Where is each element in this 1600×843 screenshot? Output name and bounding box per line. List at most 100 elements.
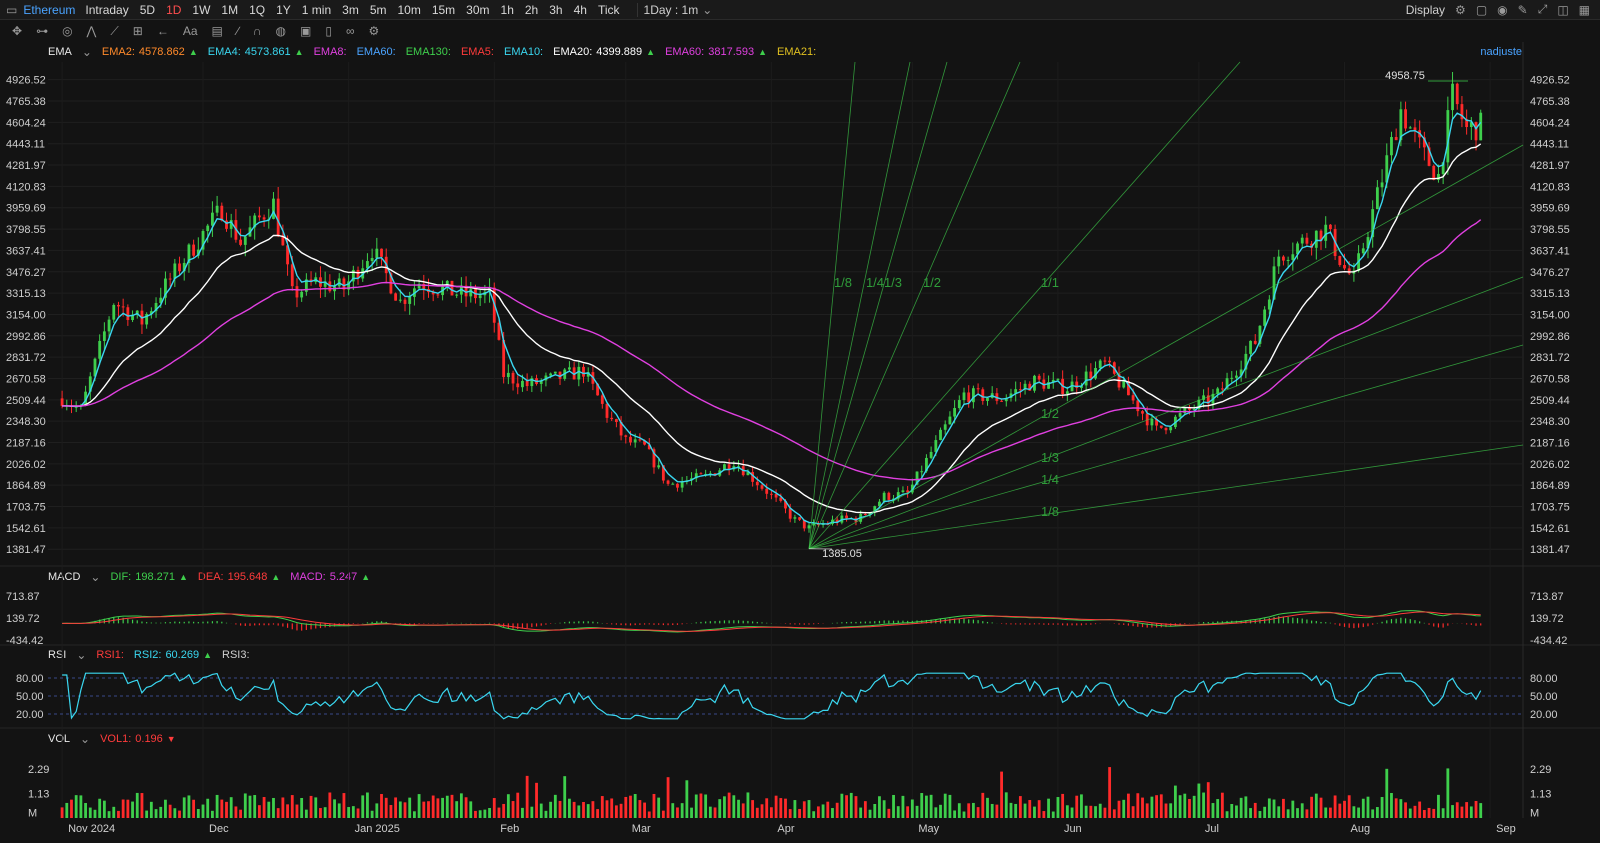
candle-body <box>1098 360 1102 369</box>
volume-bar <box>600 796 604 818</box>
volume-bar <box>215 794 219 818</box>
volume-bar <box>835 802 839 818</box>
volume-bar <box>65 802 69 818</box>
volume-bar <box>1004 792 1008 818</box>
volume-bar <box>577 805 581 818</box>
volume-bar <box>1056 797 1060 818</box>
volume-bar <box>243 793 247 818</box>
volume-bar <box>145 810 149 818</box>
volume-bar <box>88 807 92 818</box>
volume-bar <box>159 806 163 818</box>
volume-bar <box>455 801 459 818</box>
volume-bar <box>112 806 116 818</box>
y-tick-left-2: 4604.24 <box>6 117 46 129</box>
volume-bar <box>1098 803 1102 818</box>
candle-body <box>967 392 971 403</box>
volume-bar <box>1094 806 1097 818</box>
volume-bar <box>765 798 769 818</box>
candle-body <box>1150 418 1154 426</box>
volume-bar <box>934 807 938 818</box>
candle-body <box>1084 371 1088 386</box>
y-tick-left-15: 2509.44 <box>6 395 46 407</box>
volume-bar <box>1047 798 1050 818</box>
volume-bar <box>1328 807 1332 818</box>
volume-bar <box>408 797 412 818</box>
volume-bar <box>1432 808 1436 818</box>
macd-y-tick-right-1: 139.72 <box>1530 613 1564 625</box>
candle-body <box>403 299 407 304</box>
volume-bar <box>1277 806 1281 818</box>
volume-bar <box>1291 800 1295 818</box>
candle-body <box>962 392 966 401</box>
candle-body <box>981 389 985 401</box>
volume-bar <box>530 806 534 818</box>
candle-body <box>262 217 266 220</box>
volume-bar <box>1159 794 1163 818</box>
volume-bar <box>164 799 167 818</box>
volume-bar <box>1300 803 1304 818</box>
candle-body <box>1253 340 1257 344</box>
y-tick-left-21: 1542.61 <box>6 523 46 535</box>
x-tick-5: Apr <box>777 823 794 835</box>
volume-bar <box>957 803 961 818</box>
y-tick-right-1: 4765.38 <box>1530 96 1570 108</box>
candle-body <box>511 372 515 384</box>
price-chart[interactable]: 4926.52 4926.52 4765.38 4765.38 4604.24 4604.… <box>0 0 1600 843</box>
volume-bar <box>168 804 172 818</box>
volume-bar <box>445 795 449 818</box>
volume-bar <box>915 805 919 818</box>
volume-bar <box>351 806 355 818</box>
candle-body <box>1338 256 1342 266</box>
volume-bar <box>1422 810 1426 818</box>
candle-body <box>633 439 637 443</box>
candle-body <box>398 299 402 301</box>
x-tick-3: Feb <box>500 823 519 835</box>
candle-body <box>102 331 106 341</box>
volume-bar <box>201 804 205 818</box>
volume-bar <box>1206 782 1210 818</box>
candle-body <box>887 492 891 500</box>
y-tick-left-4: 4281.97 <box>6 160 46 172</box>
candle-body <box>215 205 219 213</box>
volume-bar <box>676 807 679 818</box>
candle-body <box>117 304 120 307</box>
candle-body <box>1230 377 1234 379</box>
volume-bar <box>1127 793 1130 818</box>
candle-body <box>1451 83 1454 111</box>
candle-body <box>676 483 679 488</box>
candle-body <box>1141 411 1144 414</box>
candle-body <box>610 417 614 420</box>
volume-bar <box>1310 796 1314 818</box>
volume-bar <box>366 792 369 818</box>
volume-bar <box>149 801 153 818</box>
volume-bar <box>586 804 590 818</box>
volume-bar <box>868 809 872 818</box>
volume-bar <box>605 800 609 818</box>
volume-bar <box>483 809 487 818</box>
y-tick-right-8: 3637.41 <box>1530 245 1570 257</box>
gann-fan-label-5: 1/2 <box>1041 406 1059 421</box>
volume-bar <box>1070 807 1074 818</box>
volume-bar <box>1399 799 1403 818</box>
candle-body <box>112 304 116 320</box>
volume-bar <box>1469 806 1473 818</box>
candle-body <box>1324 224 1328 241</box>
volume-bar <box>478 810 482 818</box>
volume-bar <box>713 807 717 818</box>
candle-body <box>953 408 957 417</box>
volume-bar <box>882 800 886 818</box>
volume-bar <box>661 810 665 818</box>
gann-fan-label-7: 1/4 <box>1041 472 1059 487</box>
volume-bar <box>1117 800 1121 818</box>
volume-bar <box>680 803 684 818</box>
volume-bar <box>1258 811 1262 818</box>
volume-bar <box>1441 808 1445 818</box>
rsi-y-tick-left-0: 80.00 <box>16 673 44 685</box>
candle-body <box>845 515 848 519</box>
volume-bar <box>234 806 238 818</box>
y-tick-left-5: 4120.83 <box>6 181 46 193</box>
volume-bar <box>173 808 177 818</box>
gann-fan-label-0: 1/8 <box>834 275 852 290</box>
candle-body <box>1169 427 1173 431</box>
candle-body <box>1286 259 1290 261</box>
